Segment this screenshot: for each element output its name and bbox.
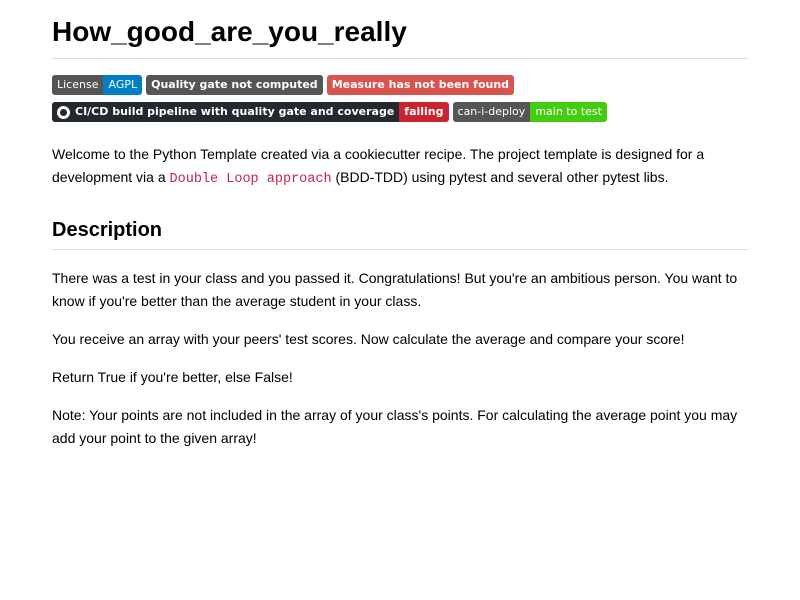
badge-row-2: CI/CD build pipeline with quality gate a… [52, 102, 748, 122]
intro-text-after: (BDD-TDD) using pytest and several other… [331, 169, 669, 185]
can-i-deploy-badge-label: can-i-deploy [452, 102, 531, 122]
readme-page: How_good_are_you_really License AGPL Qua… [52, 0, 748, 450]
double-loop-code: Double Loop approach [169, 172, 332, 187]
measure-badge-text: Measure has not been found [326, 75, 515, 95]
quality-gate-badge[interactable]: Quality gate not computed [146, 75, 323, 95]
description-paragraph: You receive an array with your peers' te… [52, 331, 685, 347]
license-badge-value: AGPL [103, 75, 143, 95]
license-badge-label: License [52, 75, 104, 95]
ci-cd-badge[interactable]: CI/CD build pipeline with quality gate a… [52, 102, 449, 122]
github-icon [57, 105, 70, 119]
can-i-deploy-badge[interactable]: can-i-deploy main to test [452, 102, 607, 122]
page-title: How_good_are_you_really [52, 14, 748, 59]
intro-paragraph: Welcome to the Python Template created v… [52, 143, 748, 191]
measure-badge[interactable]: Measure has not been found [326, 75, 515, 95]
description-heading: Description [52, 217, 748, 250]
badge-row-1: License AGPL Quality gate not computed M… [52, 75, 748, 95]
license-badge[interactable]: License AGPL [52, 75, 143, 95]
ci-cd-badge-label: CI/CD build pipeline with quality gate a… [52, 102, 400, 122]
description-paragraph: Note: Your points are not included in th… [52, 407, 738, 446]
description-section: There was a test in your class and you p… [52, 267, 748, 450]
description-paragraph: Return True if you're better, else False… [52, 369, 293, 385]
can-i-deploy-badge-value: main to test [530, 102, 607, 122]
ci-cd-badge-label-text: CI/CD build pipeline with quality gate a… [75, 105, 395, 118]
quality-gate-badge-text: Quality gate not computed [146, 75, 323, 95]
ci-cd-badge-status: failing [399, 102, 449, 122]
description-paragraph: There was a test in your class and you p… [52, 270, 738, 309]
